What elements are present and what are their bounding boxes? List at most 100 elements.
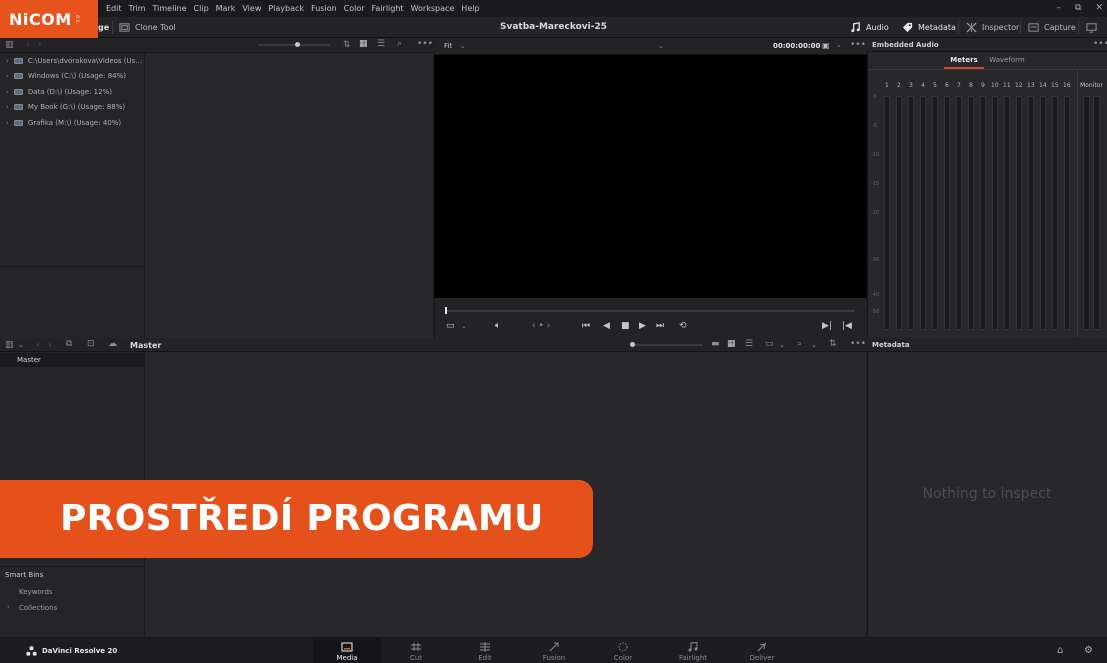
more-options-icon[interactable]: ••• [850, 340, 866, 349]
loop-icon[interactable]: ⟲ [679, 322, 687, 331]
bin-list-chevron-icon[interactable]: ⌄ [18, 341, 24, 350]
menu-color[interactable]: Color [344, 4, 365, 13]
clip-view-icon[interactable]: ▭ [765, 340, 774, 349]
search-icon[interactable]: ⌕ [397, 40, 402, 49]
volume-icon[interactable]: 🔈︎ [495, 322, 500, 331]
page-media[interactable]: Media [313, 637, 381, 663]
expand-arrow-icon[interactable]: › [7, 603, 10, 611]
thumbnail-zoom-track[interactable] [633, 344, 703, 346]
expand-arrow-icon[interactable]: › [6, 119, 9, 127]
list-view-icon[interactable]: ☰ [745, 340, 753, 349]
menu-fairlight[interactable]: Fairlight [372, 4, 404, 13]
tree-item[interactable]: › My Book (G:\) (Usage: 88%) [6, 103, 125, 111]
clip-chevron-down-icon[interactable]: ⌄ [658, 42, 664, 51]
zoom-slider-handle[interactable] [295, 42, 300, 47]
scrubber-track[interactable] [445, 310, 855, 312]
menu-view[interactable]: View [242, 4, 261, 13]
grid-view-icon[interactable]: ▦ [727, 340, 736, 349]
home-icon[interactable]: ⌂ [1057, 645, 1063, 656]
tree-item[interactable]: › C:\Users\dvorakova\Videos (Us... [6, 57, 142, 65]
page-cut[interactable]: Cut [382, 637, 450, 663]
grid-view-icon[interactable]: ▦ [359, 40, 368, 49]
tree-item[interactable]: › Data (D:\) (Usage: 12%) [6, 88, 112, 96]
forward-icon[interactable]: › [38, 41, 42, 50]
jog-control-icon[interactable]: ‹ • › [532, 322, 550, 331]
menu-mark[interactable]: Mark [216, 4, 236, 13]
skip-to-end-icon[interactable]: ⏭︎ [656, 322, 664, 331]
mark-in-icon[interactable]: ▶︎| [822, 322, 832, 331]
cloud-icon[interactable]: ☁︎ [108, 340, 117, 349]
playhead[interactable] [445, 307, 447, 314]
list-view-icon[interactable]: ☰ [377, 40, 385, 49]
sort-icon[interactable]: ⇅ [343, 41, 351, 50]
mark-out-icon[interactable]: |◀︎ [842, 322, 852, 331]
menu-help[interactable]: Help [461, 4, 479, 13]
viewer-screen[interactable] [434, 55, 867, 298]
expand-arrow-icon[interactable]: › [6, 72, 9, 80]
more-options-icon[interactable]: ••• [417, 40, 433, 49]
zoom-dropdown[interactable]: Fit [444, 42, 452, 50]
transport-controls: ▭ ⌄ 🔈︎ ‹ • › ⏮︎ ◀︎ ■ ▶︎ ⏭︎ ⟲ ▶︎| |◀︎ [434, 318, 867, 336]
menu-edit[interactable]: Edit [106, 4, 122, 13]
clone-tool-button[interactable]: Clone Tool [119, 22, 176, 33]
clip-view-chevron-icon[interactable]: ⌄ [779, 341, 785, 350]
tab-meters[interactable]: Meters [944, 52, 984, 69]
search-icon[interactable]: ⌕ [797, 340, 802, 349]
smart-bin-collections[interactable]: Collections [19, 604, 57, 612]
menu-timeline[interactable]: Timeline [153, 4, 187, 13]
stop-icon[interactable]: ■ [621, 322, 630, 331]
back-icon[interactable]: ‹ [26, 41, 30, 50]
sidebar-toggle-icon[interactable]: ▥ [5, 41, 14, 50]
expand-arrow-icon[interactable]: › [6, 103, 9, 111]
step-back-icon[interactable]: ◀︎ [603, 322, 610, 331]
page-deliver[interactable]: Deliver [728, 637, 796, 663]
view-mode-icon[interactable]: ▭ [446, 322, 455, 331]
view-mode-chevron-icon[interactable]: ⌄ [461, 322, 467, 331]
more-options-icon[interactable]: ••• [1093, 40, 1107, 49]
gear-icon[interactable]: ⚙︎ [1084, 645, 1093, 656]
media-storage-tab-label[interactable]: ge [98, 23, 109, 32]
play-icon[interactable]: ▶︎ [639, 322, 646, 331]
tree-item[interactable]: › Windows (C:\) (Usage: 84%) [6, 72, 126, 80]
forward-icon[interactable]: › [48, 341, 52, 350]
back-icon[interactable]: ‹ [36, 341, 40, 350]
page-color[interactable]: Color [589, 637, 657, 663]
import-bin-icon[interactable]: ⊡ [87, 340, 95, 349]
sort-icon[interactable]: ⇅ [829, 340, 837, 349]
menu-fusion[interactable]: Fusion [311, 4, 337, 13]
expand-arrow-icon[interactable]: › [6, 57, 9, 65]
minimize-button[interactable]: – [1057, 3, 1062, 13]
chevron-down-icon[interactable]: ⌄ [460, 42, 466, 51]
metadata-view-icon[interactable]: ▬ [711, 340, 720, 349]
menu-workspace[interactable]: Workspace [411, 4, 455, 13]
viewer-options-icon[interactable]: ▣ [822, 41, 830, 50]
tree-item[interactable]: › Grafika (M:\) (Usage: 40%) [6, 119, 121, 127]
expand-arrow-icon[interactable]: › [6, 88, 9, 96]
smart-bin-keywords[interactable]: Keywords [19, 588, 53, 596]
inspector-button[interactable]: Inspector [966, 22, 1019, 33]
page-fairlight[interactable]: Fairlight [659, 637, 727, 663]
drive-icon [13, 89, 23, 95]
menu-playback[interactable]: Playback [268, 4, 304, 13]
search-chevron-icon[interactable]: ⌄ [811, 341, 817, 350]
page-edit[interactable]: Edit [451, 637, 519, 663]
metadata-button[interactable]: Metadata [902, 22, 956, 33]
audio-panel [867, 38, 1107, 338]
menu-trim[interactable]: Trim [129, 4, 146, 13]
audio-button[interactable]: Audio [850, 22, 889, 33]
viewer-options-chevron-icon[interactable]: ⌄ [836, 41, 842, 50]
more-options-icon[interactable]: ••• [850, 41, 866, 50]
capture-button[interactable]: Capture [1028, 22, 1076, 33]
page-fusion[interactable]: Fusion [520, 637, 588, 663]
close-button[interactable]: ✕ [1095, 3, 1103, 13]
restore-button[interactable]: ⧉ [1075, 3, 1081, 13]
zoom-slider-track[interactable] [258, 44, 330, 46]
bin-list-toggle-icon[interactable]: ▥ [5, 341, 14, 350]
thumbnail-zoom-handle[interactable] [630, 342, 635, 347]
fullscreen-button[interactable] [1086, 22, 1097, 33]
tab-waveform[interactable]: Waveform [986, 52, 1028, 69]
sync-bin-icon[interactable]: ⧉ [66, 340, 72, 349]
menu-clip[interactable]: Clip [194, 4, 209, 13]
skip-to-start-icon[interactable]: ⏮︎ [582, 322, 590, 331]
bin-item-master[interactable]: Master [0, 353, 145, 367]
